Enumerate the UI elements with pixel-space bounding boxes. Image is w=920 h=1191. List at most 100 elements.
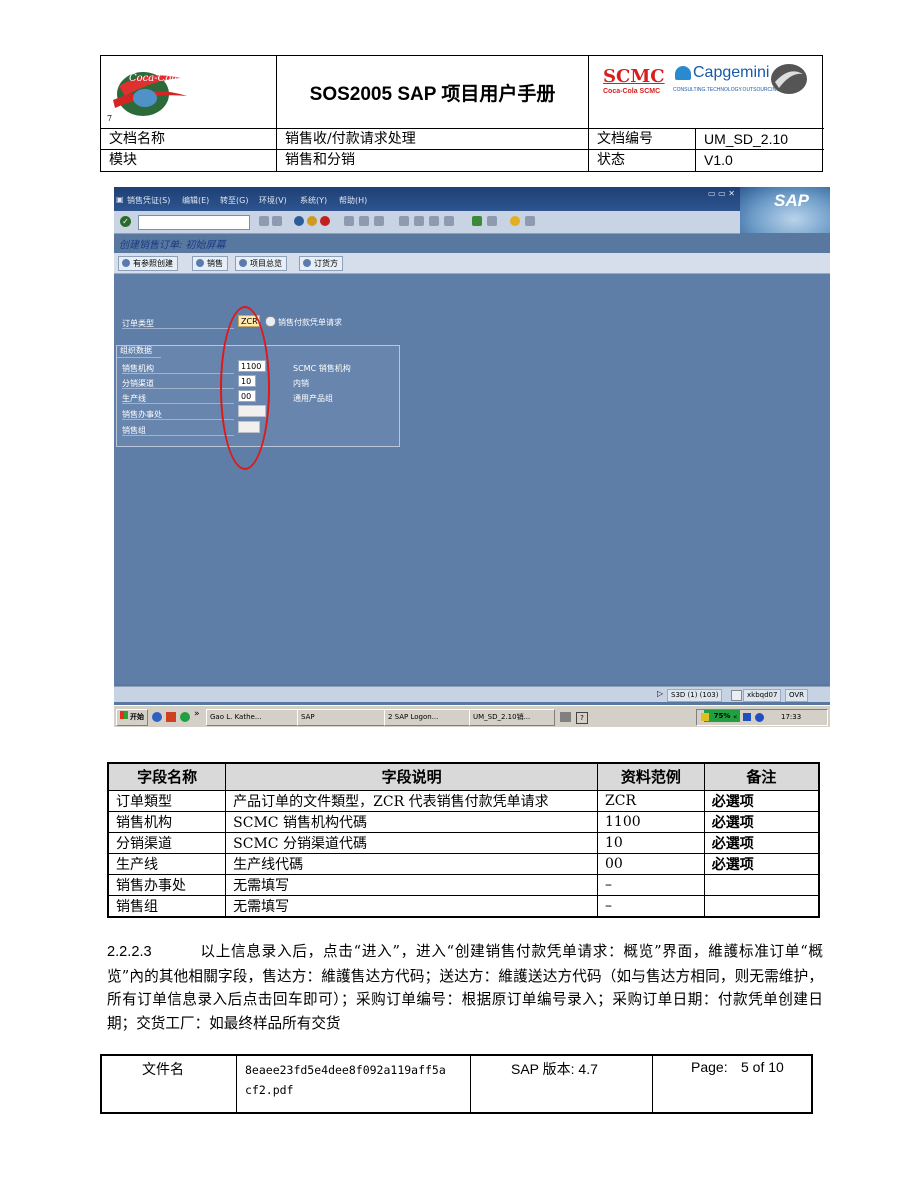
table-row: 分销渠道 SCMC 分销渠道代碼 10 必選项 xyxy=(107,831,820,854)
footer-file-label: 文件名 xyxy=(142,1062,184,1078)
taskbar-item-sap-folder[interactable]: SAP xyxy=(297,709,385,726)
tray-arrow-icon[interactable]: « xyxy=(733,710,737,725)
document-title: SOS2005 SAP 项目用户手册 xyxy=(277,56,589,129)
last-page-icon[interactable] xyxy=(444,216,454,226)
quicklaunch-app-icon[interactable] xyxy=(166,712,176,722)
status-info-icon[interactable] xyxy=(731,690,742,701)
col-header-example: 资料范例 xyxy=(597,762,705,791)
back-nav-icon[interactable] xyxy=(294,216,304,226)
distribution-channel-description: 内销 xyxy=(293,379,309,388)
exit-icon[interactable] xyxy=(307,216,317,226)
ordering-party-button[interactable]: 订货方 xyxy=(299,256,343,271)
menu-system[interactable]: 系统(Y) xyxy=(300,195,327,206)
windows-taskbar: 开始 » Gao L. Kathe... SAP 2 SAP Logon... … xyxy=(114,705,830,727)
help-tray-icon[interactable]: ? xyxy=(576,712,588,724)
menu-environment[interactable]: 环境(V) xyxy=(259,195,287,206)
order-type-underline xyxy=(122,328,234,329)
table-row: 销售机构 SCMC 销售机构代碼 1100 必選项 xyxy=(107,810,820,833)
taskbar-item-sap-logon[interactable]: 2 SAP Logon... xyxy=(384,709,474,726)
footer-version-cell: SAP 版本: 4.7 xyxy=(471,1056,653,1112)
col-header-field-desc: 字段说明 xyxy=(225,762,599,791)
sales-button[interactable]: 销售 xyxy=(192,256,228,271)
field-desc-cell: 生产线代碼 xyxy=(225,852,599,875)
printer-icon[interactable] xyxy=(560,712,571,722)
table-row: 订单類型 产品订单的文件類型，ZCR 代表销售付款凭单请求 ZCR 必選项 xyxy=(107,789,820,812)
field-desc-cell: SCMC 销售机构代碼 xyxy=(225,810,599,833)
window-controls-icon[interactable]: ▭ ▭ ✕ xyxy=(708,189,735,198)
quicklaunch-more-icon[interactable]: » xyxy=(194,709,200,719)
menu-edit[interactable]: 编辑(E) xyxy=(182,195,209,206)
footer-page-label: Page: xyxy=(691,1059,728,1075)
example-cell: 1100 xyxy=(597,810,705,833)
menu-help[interactable]: 帮助(H) xyxy=(339,195,367,206)
order-type-description: 销售付款凭单请求 xyxy=(278,318,342,327)
remark-cell: 必選项 xyxy=(703,831,820,854)
example-cell: – xyxy=(597,894,705,917)
tray-network-icon[interactable] xyxy=(743,713,751,721)
body-paragraph: 2.2.2.3 以上信息录入后，点击“进入”，进入“创建销售付款凭单请求：概览”界… xyxy=(107,940,823,1035)
item-overview-button[interactable]: 项目总览 xyxy=(235,256,287,271)
person-icon xyxy=(303,259,311,267)
sap-standard-toolbar: ✓ xyxy=(114,211,740,234)
match-code-icon[interactable] xyxy=(265,316,276,327)
highlight-oval xyxy=(220,306,270,470)
command-field[interactable] xyxy=(138,215,250,230)
item-overview-label: 项目总览 xyxy=(250,259,282,268)
col-header-field-name: 字段名称 xyxy=(107,762,227,791)
help-icon[interactable] xyxy=(510,216,520,226)
remark-cell: 必選项 xyxy=(703,789,820,812)
module-value: 销售和分销 xyxy=(277,150,589,172)
find-next-icon[interactable] xyxy=(374,216,384,226)
tray-lock-icon[interactable] xyxy=(701,713,709,721)
back-icon[interactable] xyxy=(259,216,269,226)
taskbar-item-outlook[interactable]: Gao L. Kathe... xyxy=(206,709,298,726)
org-data-title-underline xyxy=(117,357,161,358)
start-button[interactable]: 开始 xyxy=(116,709,148,726)
find-icon[interactable] xyxy=(359,216,369,226)
shortcut-icon[interactable] xyxy=(487,216,497,226)
capgemini-subtitle: CONSULTING.TECHNOLOGY.OUTSOURCING xyxy=(673,87,781,93)
person-icon xyxy=(239,259,247,267)
field-description-table: 字段名称 字段说明 资料范例 备注 订单類型 产品订单的文件類型，ZCR 代表销… xyxy=(107,762,820,918)
sap-window-icon[interactable]: ▣ xyxy=(116,195,124,204)
remark-cell xyxy=(703,894,820,917)
module-label: 模块 xyxy=(101,150,277,172)
enter-check-icon[interactable]: ✓ xyxy=(120,216,131,227)
quicklaunch-ie-icon[interactable] xyxy=(152,712,162,722)
table-row: 销售组 无需填写 – xyxy=(107,894,820,917)
field-desc-cell: 无需填写 xyxy=(225,894,599,917)
document-header: Coca-Cola 7 SOS2005 SAP 项目用户手册 SCMC Coca… xyxy=(100,55,824,172)
sap-menubar: ▣ 销售凭证(S) 编辑(E) 转至(G) 环境(V) 系统(Y) 帮助(H) … xyxy=(114,187,830,211)
first-page-icon[interactable] xyxy=(399,216,409,226)
save-icon[interactable] xyxy=(272,216,282,226)
partner-logos: SCMC Coca-Cola SCMC Capgemini CONSULTING… xyxy=(589,56,824,129)
quicklaunch-media-icon[interactable] xyxy=(180,712,190,722)
cancel-icon[interactable] xyxy=(320,216,330,226)
logo-number: 7 xyxy=(107,114,113,123)
status-expand-icon[interactable]: ▷ xyxy=(657,689,663,698)
field-name-cell: 分销渠道 xyxy=(107,831,227,854)
menu-sales-document[interactable]: 销售凭证(S) xyxy=(127,195,170,206)
screen-title: 创建销售订单: 初始屏幕 xyxy=(119,240,226,251)
menu-goto[interactable]: 转至(G) xyxy=(220,195,248,206)
create-session-icon[interactable] xyxy=(472,216,482,226)
system-tray: « 17:33 xyxy=(696,709,828,726)
capgemini-spade-icon xyxy=(675,66,691,80)
taskbar-item-word-doc[interactable]: UM_SD_2.10销... xyxy=(469,709,555,726)
person-icon xyxy=(196,259,204,267)
status-mode: OVR xyxy=(785,689,809,702)
remark-cell xyxy=(703,873,820,896)
create-with-reference-button[interactable]: 有参照创建 xyxy=(118,256,178,271)
footer-sap-version: SAP 版本: 4.7 xyxy=(511,1061,598,1077)
sales-org-description: SCMC 销售机构 xyxy=(293,364,351,373)
section-number: 2.2.2.3 xyxy=(107,944,152,960)
field-desc-cell: SCMC 分销渠道代碼 xyxy=(225,831,599,854)
tray-ime-icon[interactable] xyxy=(755,713,764,722)
layout-icon[interactable] xyxy=(525,216,535,226)
previous-page-icon[interactable] xyxy=(414,216,424,226)
print-icon[interactable] xyxy=(344,216,354,226)
next-page-icon[interactable] xyxy=(429,216,439,226)
table-header-row: 字段名称 字段说明 资料范例 备注 xyxy=(107,762,820,791)
doc-name-value: 销售收/付款请求处理 xyxy=(277,129,589,150)
sap-work-area xyxy=(114,274,830,684)
